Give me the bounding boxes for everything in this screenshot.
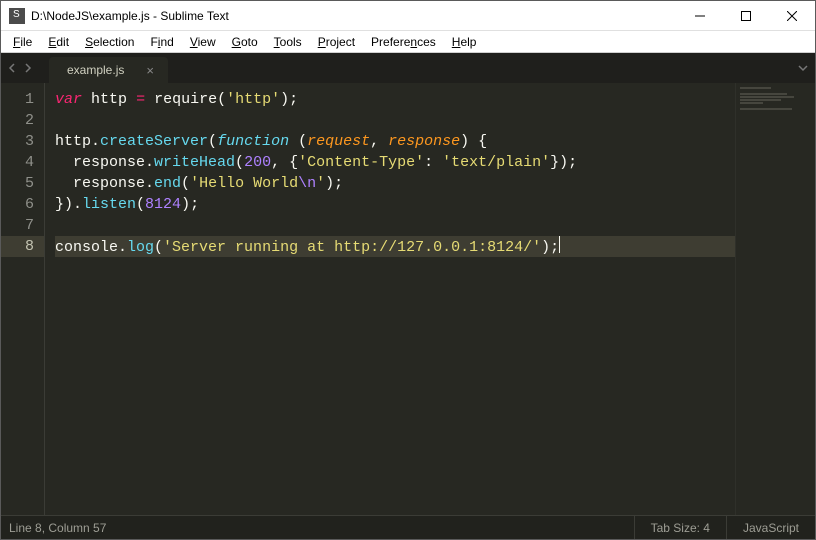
maximize-button[interactable] [723,1,769,30]
minimap[interactable] [735,83,815,515]
minimap-line [740,108,792,110]
nav-forward-icon[interactable] [23,63,33,73]
code-line[interactable]: response.writeHead(200, {'Content-Type':… [55,152,735,173]
line-number: 4 [1,152,34,173]
line-number: 8 [1,236,44,257]
status-tab-size[interactable]: Tab Size: 4 [634,516,726,539]
menu-preferences[interactable]: Preferences [363,33,444,51]
nav-back-icon[interactable] [7,63,17,73]
code-line[interactable]: http.createServer(function (request, res… [55,131,735,152]
menu-goto[interactable]: Goto [224,33,266,51]
line-number: 7 [1,215,34,236]
window-controls [677,1,815,30]
close-icon [787,11,797,21]
menu-tools[interactable]: Tools [266,33,310,51]
status-bar: Line 8, Column 57 Tab Size: 4 JavaScript [1,515,815,539]
status-syntax[interactable]: JavaScript [726,516,815,539]
minimap-line [740,93,787,95]
menu-project[interactable]: Project [310,33,363,51]
code-line[interactable]: console.log('Server running at http://12… [55,236,735,257]
menu-selection[interactable]: Selection [77,33,142,51]
line-number: 1 [1,89,34,110]
window-title: D:\NodeJS\example.js - Sublime Text [31,9,677,23]
line-number: 2 [1,110,34,131]
tab-overflow-button[interactable] [797,61,809,79]
code-line[interactable] [55,110,735,131]
maximize-icon [741,11,751,21]
menu-view[interactable]: View [182,33,224,51]
status-cursor-position[interactable]: Line 8, Column 57 [9,521,106,535]
minimap-line [740,87,771,89]
minimap-line [740,102,763,104]
close-button[interactable] [769,1,815,30]
menu-help[interactable]: Help [444,33,485,51]
minimap-line [740,96,794,98]
tab-close-icon[interactable]: × [146,63,154,78]
app-window: D:\NodeJS\example.js - Sublime Text File… [0,0,816,540]
minimize-icon [695,11,705,21]
code-line[interactable]: }).listen(8124); [55,194,735,215]
line-number: 6 [1,194,34,215]
app-icon [9,8,25,24]
minimize-button[interactable] [677,1,723,30]
menu-bar: FileEditSelectionFindViewGotoToolsProjec… [1,31,815,53]
line-number-gutter: 12345678 [1,83,45,515]
tab-example-js[interactable]: example.js × [49,57,168,83]
code-content[interactable]: var http = require('http'); http.createS… [45,83,735,515]
menu-edit[interactable]: Edit [40,33,77,51]
code-line[interactable]: var http = require('http'); [55,89,735,110]
editor-area[interactable]: 12345678 var http = require('http'); htt… [1,83,815,515]
title-bar: D:\NodeJS\example.js - Sublime Text [1,1,815,31]
chevron-down-icon [797,62,809,74]
minimap-line [740,99,781,101]
tab-nav-arrows [1,53,39,83]
menu-file[interactable]: File [5,33,40,51]
line-number: 3 [1,131,34,152]
menu-find[interactable]: Find [142,33,181,51]
code-line[interactable] [55,215,735,236]
code-line[interactable]: response.end('Hello World\n'); [55,173,735,194]
tab-strip: example.js × [1,53,815,83]
tab-label: example.js [67,63,124,77]
line-number: 5 [1,173,34,194]
